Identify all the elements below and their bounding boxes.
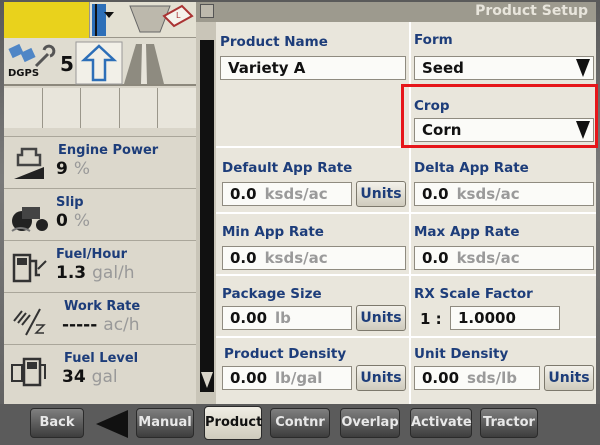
status-cell[interactable] <box>81 88 120 128</box>
package-size-input[interactable]: 0.00 lb <box>222 306 352 330</box>
tab-overlap[interactable]: Overlap <box>340 408 400 438</box>
form-dropdown[interactable]: Seed <box>414 56 594 80</box>
product-density-label: Product Density <box>224 346 347 362</box>
page-title: Product Setup <box>475 3 588 19</box>
product-setup-form: Product Name Variety A Form Seed Crop Co… <box>216 22 596 404</box>
slip-value: 0% <box>56 211 90 231</box>
fuel-hour-stat: Fuel/Hour 1.3 gal/h <box>4 240 196 292</box>
fuel-level-icon <box>11 357 46 387</box>
delta-app-rate-label: Delta App Rate <box>414 160 529 176</box>
fuel-level-stat: Fuel Level 34 gal <box>4 344 196 404</box>
product-density-input[interactable]: 0.00 lb/gal <box>222 366 352 390</box>
default-app-rate-units-button[interactable]: Units <box>356 181 406 207</box>
satellite-icon <box>8 43 36 63</box>
status-cell[interactable] <box>4 88 43 128</box>
wrench-icon <box>34 44 56 68</box>
package-size-label: Package Size <box>222 286 322 302</box>
vertical-scrollbar[interactable] <box>200 40 214 392</box>
form-label: Form <box>414 32 453 48</box>
engine-power-value: 9% <box>56 159 90 179</box>
unit-density-units-button[interactable]: Units <box>544 365 594 391</box>
fuel-level-value: 34 gal <box>62 367 118 387</box>
fuel-level-label: Fuel Level <box>64 351 139 366</box>
max-app-rate-input[interactable]: 0.0 ksds/ac <box>414 246 594 270</box>
left-arrow-icon[interactable] <box>92 408 132 440</box>
tab-activate[interactable]: Activate <box>410 408 472 438</box>
alarm-indicator[interactable] <box>4 2 90 38</box>
back-button[interactable]: Back <box>30 408 84 438</box>
implement-bar-icon <box>92 4 106 36</box>
road-icon <box>129 5 171 33</box>
slip-tractor-icon <box>11 207 48 232</box>
engine-power-icon <box>14 147 44 179</box>
engine-power-stat: Engine Power 9% <box>4 136 196 188</box>
screen: L DGPS 5 Engine Power 9 % Slip 0 % Fuel/… <box>4 2 596 404</box>
rx-scale-factor-input[interactable]: 1.0000 <box>450 306 560 330</box>
rx-scale-factor-label: RX Scale Factor <box>414 286 533 302</box>
status-cell[interactable] <box>158 88 196 128</box>
fuel-hour-value: 1.3 gal/h <box>56 263 135 283</box>
package-size-units-button[interactable]: Units <box>356 305 406 331</box>
work-rate-value: ----- ac/h <box>62 315 140 335</box>
row-divider <box>216 274 596 276</box>
unit-density-input[interactable]: 0.00 sds/lb <box>414 366 540 390</box>
crop-highlight-box <box>401 84 598 148</box>
default-app-rate-label: Default App Rate <box>222 160 353 176</box>
manual-button[interactable]: Manual <box>136 408 194 438</box>
guidance-icons: L <box>90 2 196 38</box>
form-dropdown-value: Seed <box>422 59 464 77</box>
product-name-input[interactable]: Variety A <box>220 56 406 80</box>
satellite-count: 5 <box>60 52 74 76</box>
tab-product[interactable]: Product <box>204 406 262 440</box>
tab-tractor[interactable]: Tractor <box>480 408 538 438</box>
gps-label: DGPS <box>8 68 40 79</box>
fuel-pump-icon <box>12 253 47 283</box>
status-cell[interactable] <box>119 88 159 128</box>
min-app-rate-label: Min App Rate <box>222 224 324 240</box>
unit-density-label: Unit Density <box>414 346 509 362</box>
bottom-nav: Back Manual Product Contnr Overlap Activ… <box>0 404 600 445</box>
dropdown-arrow-icon <box>576 59 590 77</box>
window-menu-icon[interactable] <box>200 4 214 18</box>
guidance-status-icons: L <box>92 4 194 36</box>
scroll-down-arrow-icon <box>201 372 213 388</box>
min-app-rate-input[interactable]: 0.0 ksds/ac <box>222 246 406 270</box>
slip-label: Slip <box>56 195 84 210</box>
status-panel: L DGPS 5 Engine Power 9 % Slip 0 % Fuel/… <box>4 2 196 404</box>
status-cell[interactable] <box>42 88 82 128</box>
svg-text:L: L <box>176 11 181 20</box>
scroll-down-button[interactable] <box>200 366 214 392</box>
slip-stat: Slip 0% <box>4 188 196 240</box>
engine-power-label: Engine Power <box>58 143 159 158</box>
work-rate-label: Work Rate <box>64 299 141 314</box>
row-divider <box>216 336 596 338</box>
scrollbar-track[interactable] <box>200 40 214 340</box>
rx-scale-prefix: 1 : <box>420 310 442 328</box>
product-name-label: Product Name <box>220 34 328 50</box>
delta-app-rate-input[interactable]: 0.0 ksds/ac <box>414 182 594 206</box>
work-rate-icon <box>13 308 46 336</box>
default-app-rate-input[interactable]: 0.0 ksds/ac <box>222 182 352 206</box>
gps-row: DGPS 5 <box>4 38 196 86</box>
max-app-rate-label: Max App Rate <box>414 224 520 240</box>
product-density-units-button[interactable]: Units <box>356 365 406 391</box>
row-divider <box>216 212 596 214</box>
title-bar: Product Setup <box>196 2 596 22</box>
tab-contnr[interactable]: Contnr <box>270 408 330 438</box>
fuel-hour-label: Fuel/Hour <box>56 247 127 262</box>
blank-status-cells <box>4 88 196 128</box>
work-rate-stat: Work Rate ----- ac/h <box>4 292 196 344</box>
